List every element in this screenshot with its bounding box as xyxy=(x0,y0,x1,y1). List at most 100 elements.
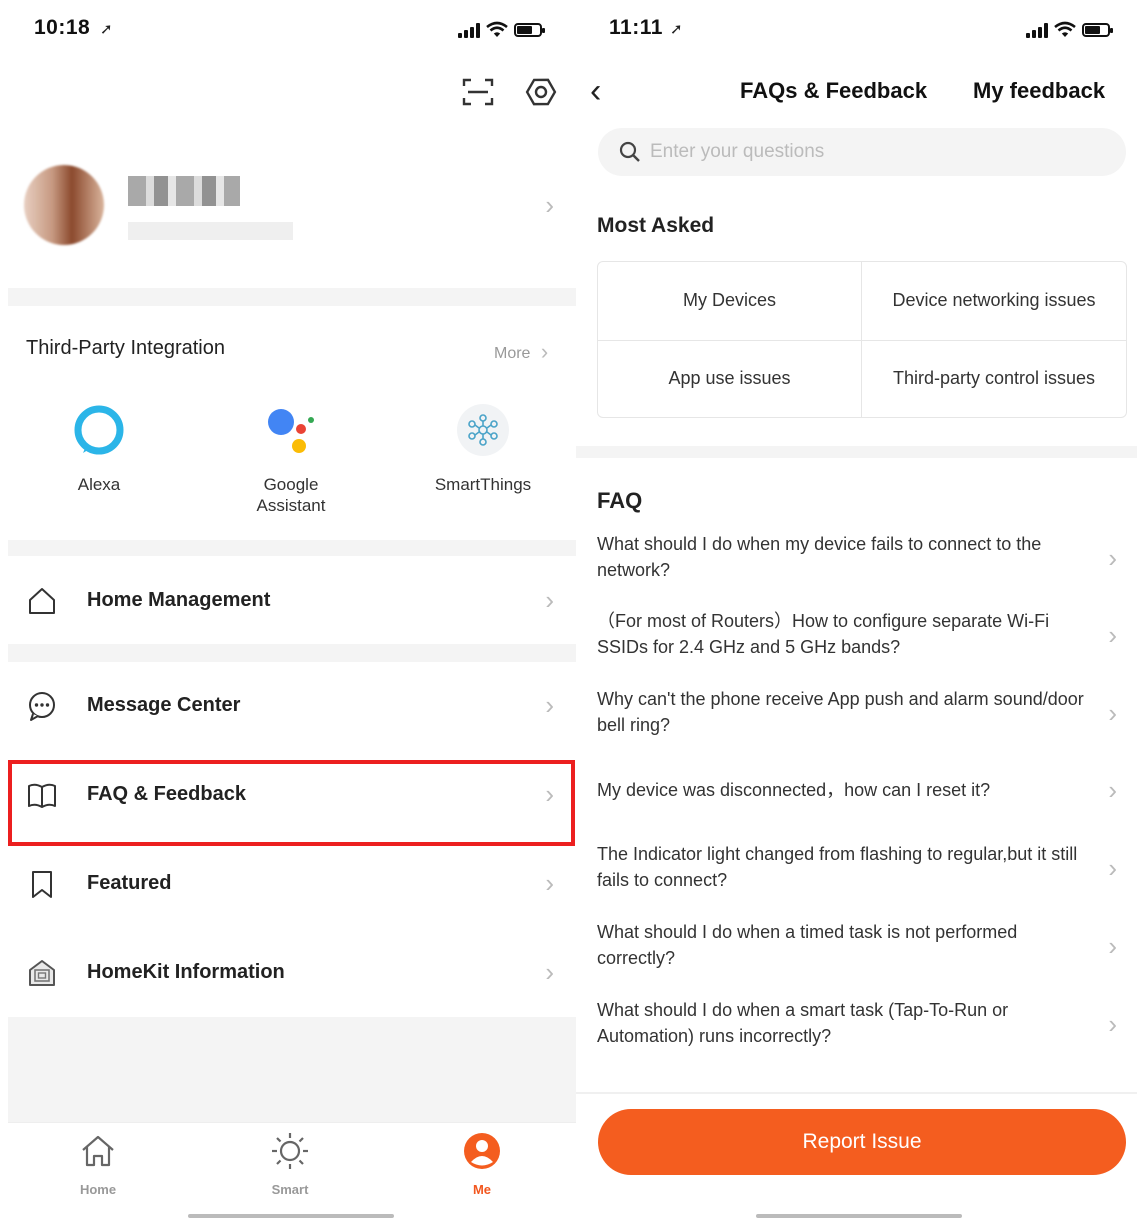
section-divider xyxy=(8,288,576,306)
home-indicator xyxy=(756,1214,962,1218)
faq-item[interactable]: What should I do when a smart task (Tap-… xyxy=(597,997,1117,1049)
integration-smartthings[interactable]: SmartThings xyxy=(408,400,558,495)
location-arrow-icon: ➚ xyxy=(670,21,683,38)
most-asked-item[interactable]: Third-party control issues xyxy=(861,339,1126,417)
home-indicator xyxy=(188,1214,394,1218)
settings-icon[interactable] xyxy=(521,72,561,112)
alexa-icon xyxy=(69,400,129,460)
search-bar[interactable] xyxy=(598,128,1126,176)
integration-label: Alexa xyxy=(77,475,121,494)
chevron-right-icon: › xyxy=(540,339,549,364)
avatar xyxy=(24,165,104,245)
bottom-divider xyxy=(576,1092,1137,1094)
sun-icon xyxy=(272,1133,308,1169)
faq-question: Why can't the phone receive App push and… xyxy=(597,689,1084,735)
report-issue-button[interactable]: Report Issue xyxy=(598,1109,1126,1175)
integration-alexa[interactable]: Alexa xyxy=(24,400,174,495)
menu-label: Featured xyxy=(87,872,172,894)
chevron-right-icon: › xyxy=(1108,543,1117,573)
chevron-right-icon: › xyxy=(1108,620,1117,650)
most-asked-item[interactable]: My Devices xyxy=(598,262,861,340)
my-feedback-link[interactable]: My feedback xyxy=(973,78,1105,104)
menu-homekit-information[interactable]: HomeKit Information › xyxy=(8,929,576,1015)
status-bar: 11:11 ➚ xyxy=(576,14,1137,46)
tab-label: Me xyxy=(472,1182,492,1197)
chevron-right-icon: › xyxy=(545,190,554,220)
faq-item[interactable]: What should I do when a timed task is no… xyxy=(597,919,1117,971)
home-tab-icon xyxy=(82,1135,114,1167)
integration-label: Google Assistant xyxy=(256,475,326,515)
chevron-right-icon: › xyxy=(1108,775,1117,805)
search-icon xyxy=(619,141,640,162)
faq-question: My device was disconnected，how can I res… xyxy=(597,780,991,800)
tab-smart[interactable]: Smart xyxy=(230,1131,350,1197)
menu-label: HomeKit Information xyxy=(87,961,285,983)
signal-icon xyxy=(1026,22,1048,38)
chevron-right-icon: › xyxy=(1108,853,1117,883)
smartthings-icon xyxy=(453,400,513,460)
status-icons xyxy=(458,20,545,40)
faq-item[interactable]: Why can't the phone receive App push and… xyxy=(597,686,1117,738)
user-name-redacted xyxy=(128,176,240,206)
most-asked-item[interactable]: Device networking issues xyxy=(861,262,1126,340)
signal-icon xyxy=(458,22,480,38)
faq-question: （For most of Routers）How to configure se… xyxy=(597,611,1050,657)
menu-label: Home Management xyxy=(87,589,271,611)
battery-icon xyxy=(514,23,545,37)
menu-message-center[interactable]: Message Center › xyxy=(8,662,576,748)
tab-label: Smart xyxy=(271,1182,309,1197)
faq-question: What should I do when a timed task is no… xyxy=(597,922,1018,968)
chevron-right-icon: › xyxy=(545,585,554,615)
faq-item[interactable]: （For most of Routers）How to configure se… xyxy=(597,608,1117,660)
bookmark-icon xyxy=(32,871,52,898)
status-bar: 10:18 ➚ xyxy=(0,14,576,46)
faq-title: FAQ xyxy=(597,488,643,513)
faq-question: The Indicator light changed from flashin… xyxy=(597,844,1078,890)
scan-icon[interactable] xyxy=(458,72,498,112)
most-asked-item[interactable]: App use issues xyxy=(598,339,861,418)
chevron-right-icon: › xyxy=(545,868,554,898)
integration-google-assistant[interactable]: Google Assistant xyxy=(216,400,366,516)
tab-label: Home xyxy=(79,1182,117,1197)
message-icon xyxy=(29,692,55,721)
google-assistant-icon xyxy=(261,400,321,460)
wifi-icon xyxy=(1054,21,1076,37)
search-input[interactable] xyxy=(650,136,1090,168)
tab-home[interactable]: Home xyxy=(38,1131,158,1197)
status-time: 10:18 xyxy=(34,16,91,39)
nav-title: FAQs & Feedback xyxy=(740,78,928,103)
faq-screen: 11:11 ➚ ‹ FAQs & Feedback My feedback Mo… xyxy=(576,0,1137,1218)
more-link[interactable]: More › xyxy=(494,338,548,364)
chevron-right-icon: › xyxy=(1108,1009,1117,1039)
back-icon[interactable]: ‹ xyxy=(590,74,601,108)
tab-bar: Home Smart Me xyxy=(8,1122,576,1218)
faq-question: What should I do when my device fails to… xyxy=(597,534,1042,580)
most-asked-grid: My Devices Device networking issues App … xyxy=(597,261,1127,418)
chevron-right-icon: › xyxy=(1108,931,1117,961)
chevron-right-icon: › xyxy=(1108,698,1117,728)
faq-item[interactable]: The Indicator light changed from flashin… xyxy=(597,841,1117,893)
most-asked-title: Most Asked xyxy=(597,214,715,237)
battery-icon xyxy=(1082,23,1113,37)
menu-featured[interactable]: Featured › xyxy=(8,840,576,926)
chevron-right-icon: › xyxy=(545,957,554,987)
section-divider xyxy=(8,540,576,556)
integration-label: SmartThings xyxy=(434,475,532,494)
menu-home-management[interactable]: Home Management › xyxy=(8,557,576,643)
profile-row[interactable]: › xyxy=(0,150,576,260)
third-party-title: Third-Party Integration xyxy=(26,337,225,359)
chevron-right-icon: › xyxy=(545,690,554,720)
wifi-icon xyxy=(486,21,508,37)
homekit-icon xyxy=(29,960,55,986)
section-divider xyxy=(8,644,576,662)
faq-question: What should I do when a smart task (Tap-… xyxy=(597,1000,1009,1046)
user-subtitle-redacted xyxy=(128,222,293,240)
person-icon xyxy=(464,1133,500,1169)
section-divider xyxy=(576,446,1137,458)
highlight-box xyxy=(8,760,575,846)
tab-me[interactable]: Me xyxy=(422,1131,542,1197)
status-time: 11:11 xyxy=(609,16,663,39)
home-icon xyxy=(29,588,55,614)
faq-item[interactable]: What should I do when my device fails to… xyxy=(597,531,1117,583)
faq-item[interactable]: My device was disconnected，how can I res… xyxy=(597,777,1117,803)
